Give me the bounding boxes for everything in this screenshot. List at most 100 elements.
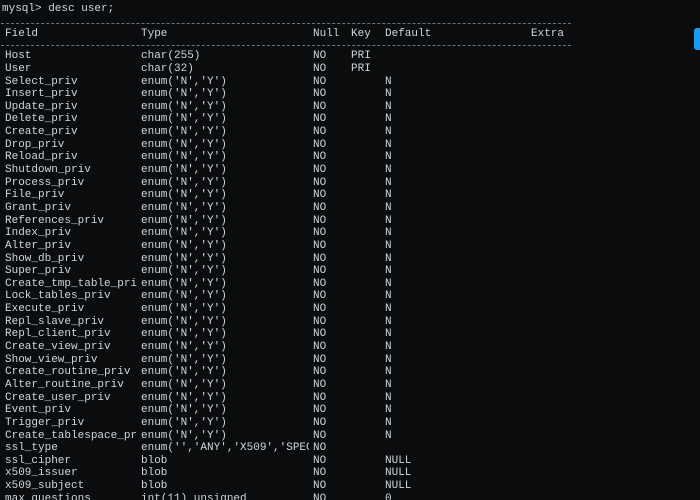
cell-null: NO <box>311 392 347 405</box>
table-row: |Trigger_priv|enum('N','Y')|NO||N|| <box>1 417 571 430</box>
cell-default: N <box>383 278 527 291</box>
pipe-icon: | <box>1 392 3 405</box>
pipe-icon: | <box>527 316 529 329</box>
pipe-icon: | <box>309 467 311 480</box>
pipe-icon: | <box>309 240 311 253</box>
cell-type: enum('N','Y') <box>139 253 309 266</box>
cell-default: N <box>383 341 527 354</box>
pipe-icon: | <box>381 455 383 468</box>
cell-type: enum('N','Y') <box>139 113 309 126</box>
pipe-icon: | <box>527 303 529 316</box>
pipe-icon: | <box>569 28 571 41</box>
pipe-icon: | <box>527 404 529 417</box>
pipe-icon: | <box>347 316 349 329</box>
cell-default: N <box>383 177 527 190</box>
pipe-icon: | <box>309 265 311 278</box>
cell-extra <box>529 328 569 341</box>
pipe-icon: | <box>1 240 3 253</box>
cell-extra <box>529 189 569 202</box>
pipe-icon: | <box>347 189 349 202</box>
mysql-prompt[interactable]: mysql> desc user; <box>0 0 700 18</box>
table-row: |Lock_tables_priv|enum('N','Y')|NO||N|| <box>1 290 571 303</box>
pipe-icon: | <box>381 430 383 443</box>
pipe-icon: | <box>381 76 383 89</box>
table-row: |Drop_priv|enum('N','Y')|NO||N|| <box>1 139 571 152</box>
side-tab-icon[interactable] <box>694 28 700 50</box>
pipe-icon: | <box>137 366 139 379</box>
cell-default: N <box>383 392 527 405</box>
table-row: |max_questions|int(11) unsigned|NO||0|| <box>1 493 571 500</box>
pipe-icon: | <box>527 442 529 455</box>
cell-default: NULL <box>383 480 527 493</box>
cell-extra <box>529 88 569 101</box>
table-row: |Create_tmp_table_priv|enum('N','Y')|NO|… <box>1 278 571 291</box>
cell-field: Create_tmp_table_priv <box>3 278 137 291</box>
cell-default: N <box>383 303 527 316</box>
pipe-icon: | <box>569 265 571 278</box>
col-type: Type <box>139 28 309 41</box>
pipe-icon: | <box>1 328 3 341</box>
table-row: |Delete_priv|enum('N','Y')|NO||N|| <box>1 113 571 126</box>
pipe-icon: | <box>137 379 139 392</box>
pipe-icon: | <box>309 88 311 101</box>
table-row: |Super_priv|enum('N','Y')|NO||N|| <box>1 265 571 278</box>
col-field: Field <box>3 28 137 41</box>
table-row: |Create_user_priv|enum('N','Y')|NO||N|| <box>1 392 571 405</box>
pipe-icon: | <box>527 493 529 500</box>
pipe-icon: | <box>309 480 311 493</box>
pipe-icon: | <box>137 126 139 139</box>
pipe-icon: | <box>1 50 3 63</box>
cell-field: ssl_cipher <box>3 455 137 468</box>
cell-default: N <box>383 417 527 430</box>
cell-type: enum('N','Y') <box>139 341 309 354</box>
pipe-icon: | <box>381 354 383 367</box>
pipe-icon: | <box>569 164 571 177</box>
pipe-icon: | <box>137 265 139 278</box>
pipe-icon: | <box>381 215 383 228</box>
table-row: |Shutdown_priv|enum('N','Y')|NO||N|| <box>1 164 571 177</box>
rule-top <box>1 18 571 28</box>
cell-type: enum('N','Y') <box>139 76 309 89</box>
pipe-icon: | <box>347 493 349 500</box>
pipe-icon: | <box>381 328 383 341</box>
table-row: |Index_priv|enum('N','Y')|NO||N|| <box>1 227 571 240</box>
pipe-icon: | <box>527 164 529 177</box>
cell-field: max_questions <box>3 493 137 500</box>
pipe-icon: | <box>1 493 3 500</box>
pipe-icon: | <box>137 278 139 291</box>
cell-key <box>349 101 381 114</box>
pipe-icon: | <box>1 63 3 76</box>
pipe-icon: | <box>347 430 349 443</box>
pipe-icon: | <box>527 480 529 493</box>
cell-extra <box>529 417 569 430</box>
pipe-icon: | <box>137 28 139 41</box>
cell-field: Show_db_priv <box>3 253 137 266</box>
pipe-icon: | <box>381 404 383 417</box>
cell-type: char(32) <box>139 63 309 76</box>
pipe-icon: | <box>381 240 383 253</box>
cell-field: References_priv <box>3 215 137 228</box>
pipe-icon: | <box>137 442 139 455</box>
pipe-icon: | <box>137 240 139 253</box>
cell-null: NO <box>311 253 347 266</box>
table-row: |Execute_priv|enum('N','Y')|NO||N|| <box>1 303 571 316</box>
cell-extra <box>529 341 569 354</box>
pipe-icon: | <box>137 417 139 430</box>
col-default: Default <box>383 28 527 41</box>
cell-key: PRI <box>349 50 381 63</box>
pipe-icon: | <box>527 177 529 190</box>
pipe-icon: | <box>309 50 311 63</box>
pipe-icon: | <box>137 76 139 89</box>
pipe-icon: | <box>1 341 3 354</box>
cell-null: NO <box>311 417 347 430</box>
pipe-icon: | <box>1 126 3 139</box>
cell-null: NO <box>311 88 347 101</box>
cell-default: N <box>383 139 527 152</box>
cell-null: NO <box>311 480 347 493</box>
pipe-icon: | <box>527 139 529 152</box>
pipe-icon: | <box>309 63 311 76</box>
pipe-icon: | <box>309 417 311 430</box>
cell-key <box>349 88 381 101</box>
cell-field: Process_priv <box>3 177 137 190</box>
table-row: |Grant_priv|enum('N','Y')|NO||N|| <box>1 202 571 215</box>
